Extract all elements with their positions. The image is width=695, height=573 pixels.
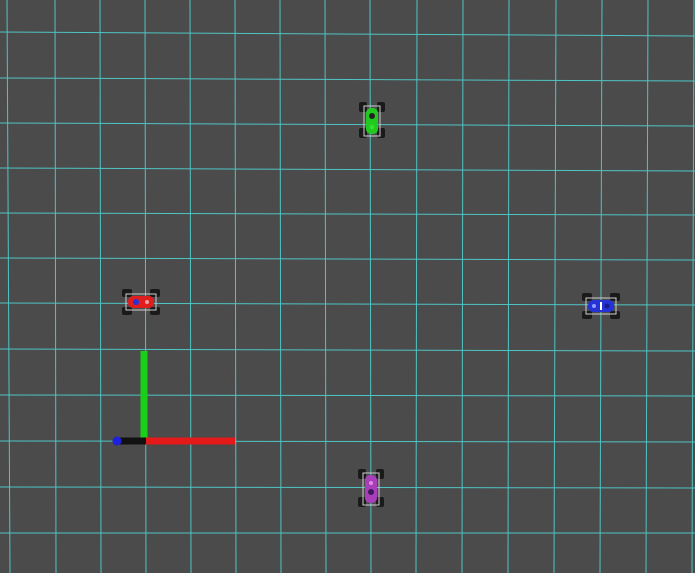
simulation-viewport[interactable] xyxy=(0,0,695,573)
z-axis xyxy=(112,436,122,446)
vehicle-red[interactable] xyxy=(120,282,164,322)
vehicle-blue[interactable] xyxy=(580,286,624,326)
vehicle-green[interactable] xyxy=(352,100,392,144)
vehicle-purple[interactable] xyxy=(351,467,391,511)
